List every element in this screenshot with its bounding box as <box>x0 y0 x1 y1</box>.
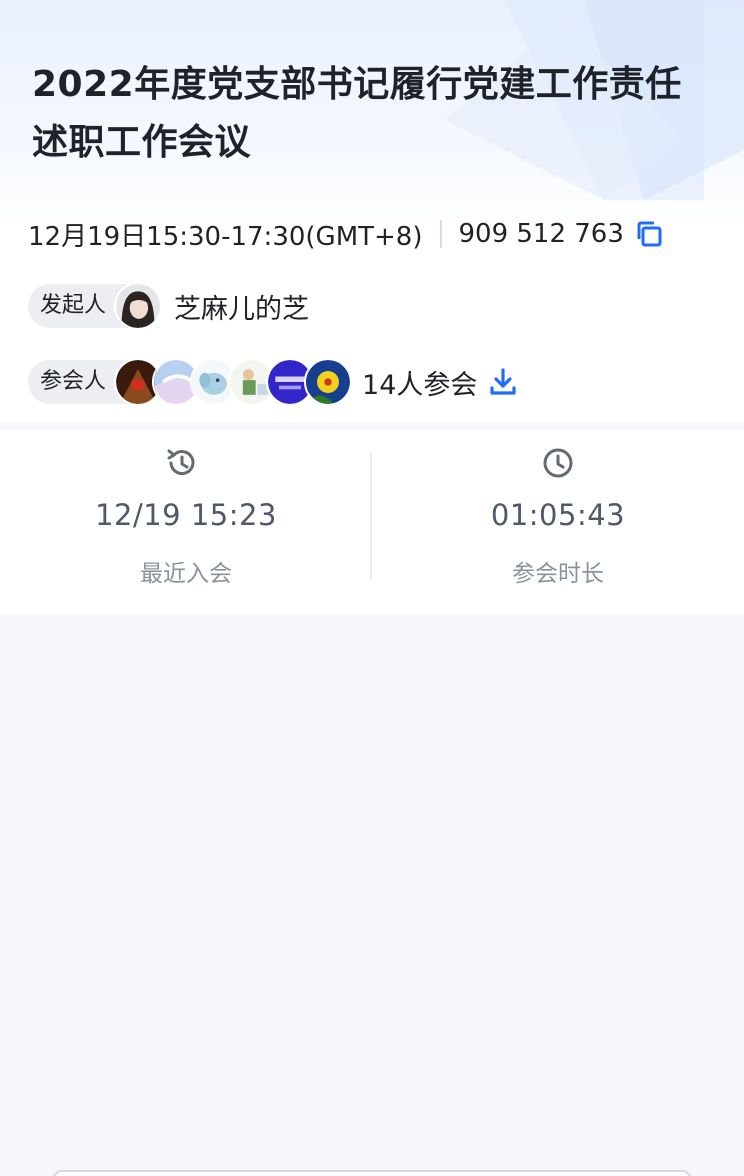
history-icon <box>167 449 195 476</box>
meeting-header: 2022年度党支部书记履行党建工作责任述职工作会议 12月19日15:30-17… <box>0 0 744 422</box>
attendee-avatar <box>304 358 353 406</box>
attendee-count: 14人参会 <box>362 369 478 401</box>
duration-label: 参会时长 <box>512 561 604 587</box>
host-row[interactable]: 发起人 芝麻儿的芝 <box>28 281 309 331</box>
recent-join-stat: 12/19 15:23 最近入会 <box>0 430 372 614</box>
duration-value: 01:05:43 <box>490 498 626 532</box>
meeting-info-row: 12月19日15:30-17:30(GMT+8) 909 512 763 <box>28 214 664 254</box>
host-avatar <box>114 282 163 330</box>
divider <box>440 220 443 248</box>
host-tag: 发起人 <box>28 284 129 328</box>
attendees-tag: 参会人 <box>28 360 129 404</box>
attendee-avatars <box>114 358 353 406</box>
download-icon[interactable] <box>487 366 519 398</box>
meeting-time: 12月19日15:30-17:30(GMT+8) <box>28 221 423 252</box>
clock-icon <box>543 448 573 478</box>
stats-divider <box>370 452 372 580</box>
bottom-action-bar[interactable] <box>52 1170 692 1176</box>
duration-stat: 01:05:43 参会时长 <box>372 430 744 614</box>
recent-join-value: 12/19 15:23 <box>95 498 277 532</box>
meeting-id: 909 512 763 <box>458 219 624 249</box>
attendees-row[interactable]: 参会人 14人参会 <box>28 357 519 407</box>
copy-icon[interactable] <box>634 219 664 249</box>
recent-join-label: 最近入会 <box>140 561 232 587</box>
meeting-title: 2022年度党支部书记履行党建工作责任述职工作会议 <box>32 64 682 163</box>
attendance-stats: 12/19 15:23 最近入会 01:05:43 参会时长 <box>0 430 744 614</box>
host-name: 芝麻儿的芝 <box>174 293 310 325</box>
